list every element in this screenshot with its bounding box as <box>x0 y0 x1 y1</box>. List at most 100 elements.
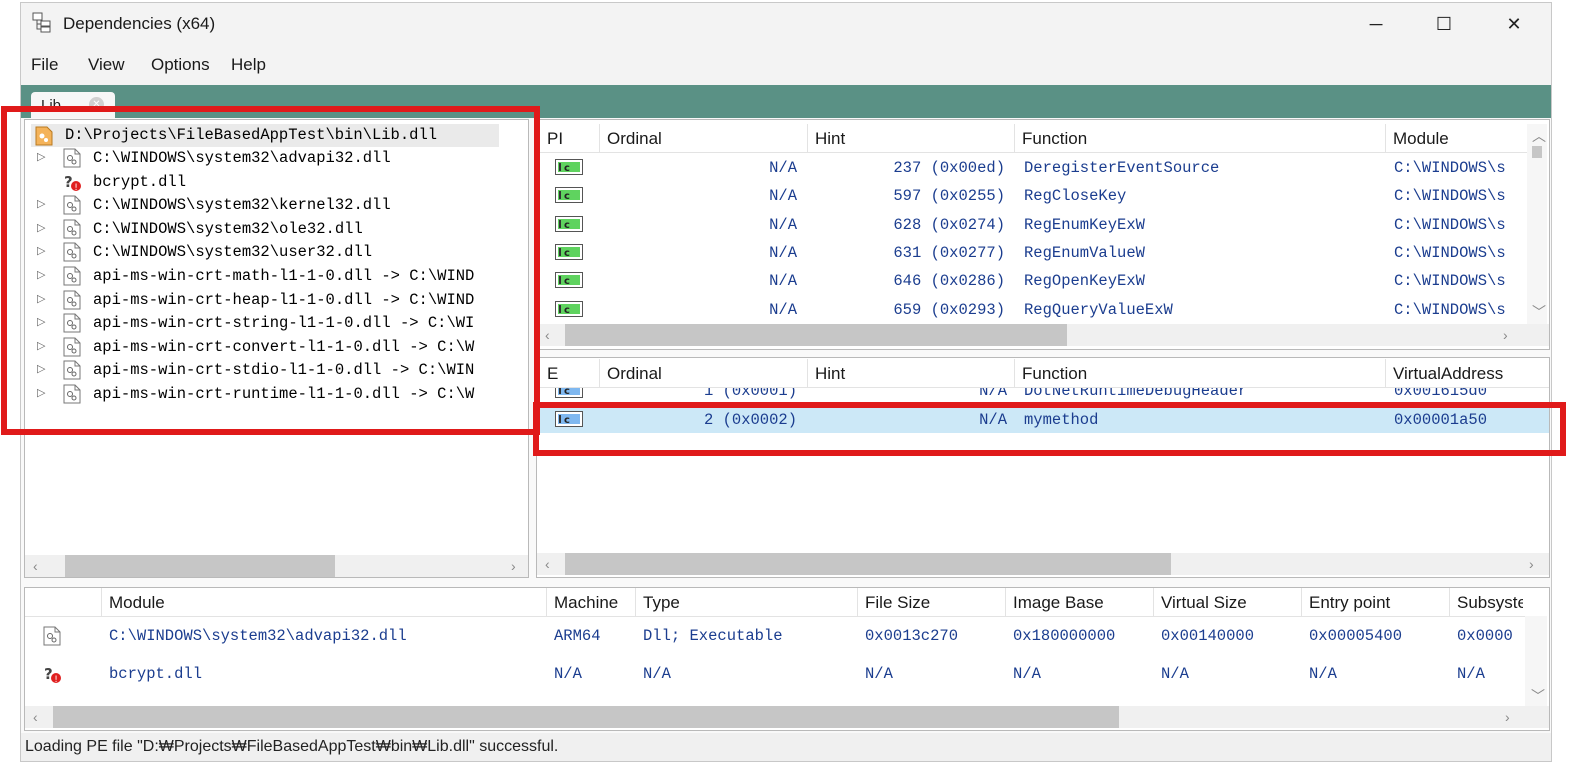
import-function: RegQueryValueExW <box>1024 300 1173 319</box>
import-row[interactable]: c N/A 631 (0x0277) RegEnumValueW C:\WINDOWS\… <box>537 238 1527 266</box>
scroll-left-icon[interactable]: ‹ <box>33 709 38 725</box>
col-image-base[interactable]: Image Base <box>1013 593 1104 613</box>
module-module: bcrypt.dll <box>109 664 203 683</box>
col-subsystem[interactable]: Subsyste <box>1457 593 1523 613</box>
modules-hscroll-thumb[interactable] <box>53 706 1119 728</box>
col-function[interactable]: Function <box>1022 364 1087 384</box>
import-function-icon: c <box>555 272 583 289</box>
col-divider[interactable] <box>599 359 600 387</box>
scroll-right-icon[interactable]: › <box>1505 709 1510 725</box>
scroll-left-icon[interactable]: ‹ <box>545 327 550 343</box>
col-divider[interactable] <box>1449 588 1450 616</box>
imports-vscrollbar[interactable]: ︿ ﹀ <box>1527 124 1547 324</box>
col-hint[interactable]: Hint <box>815 129 845 149</box>
imports-hscrollbar[interactable]: ‹ › <box>537 324 1549 346</box>
col-divider[interactable] <box>1153 588 1154 616</box>
menu-help[interactable]: Help <box>231 55 266 75</box>
import-hint: 597 (0x0255) <box>893 187 1005 206</box>
module-virtual-size: N/A <box>1161 664 1189 683</box>
imports-hscroll-thumb[interactable] <box>565 324 1067 346</box>
module-row[interactable]: ?! bcrypt.dll N/A N/A N/A N/A N/A N/A N/A <box>25 656 1525 692</box>
tree-hscrollbar[interactable]: ‹ › <box>25 555 528 577</box>
exports-hscrollbar[interactable]: ‹ › <box>537 553 1549 575</box>
module-machine: N/A <box>554 664 582 683</box>
modules-vscrollbar[interactable]: ﹀ <box>1525 616 1547 706</box>
import-function-icon: c <box>555 215 583 232</box>
col-divider[interactable] <box>1385 124 1386 152</box>
import-row[interactable]: c N/A 237 (0x00ed) DeregisterEventSource C:\… <box>537 153 1527 181</box>
close-button[interactable]: ✕ <box>1491 3 1537 45</box>
col-virtual-size[interactable]: Virtual Size <box>1161 593 1247 613</box>
scroll-left-icon[interactable]: ‹ <box>33 558 38 574</box>
import-module: C:\WINDOWS\s <box>1394 159 1506 177</box>
import-module: C:\WINDOWS\s <box>1394 243 1506 262</box>
col-divider[interactable] <box>807 124 808 152</box>
col-function[interactable]: Function <box>1022 129 1087 149</box>
col-divider[interactable] <box>1385 359 1386 387</box>
import-function: DeregisterEventSource <box>1024 159 1220 177</box>
imports-pane: PI Ordinal Hint Function Module c N/A 237 … <box>536 119 1550 350</box>
col-hint[interactable]: Hint <box>815 364 845 384</box>
module-row[interactable]: C:\WINDOWS\system32\advapi32.dll ARM64 Dll… <box>25 618 1525 654</box>
col-e[interactable]: E <box>547 364 558 384</box>
import-row[interactable]: c N/A 597 (0x0255) RegCloseKey C:\WINDOWS\s <box>537 181 1527 209</box>
col-module[interactable]: Module <box>109 593 165 613</box>
exports-pane: E Ordinal Hint Function VirtualAddress c… <box>536 357 1550 578</box>
maximize-button[interactable]: ☐ <box>1421 3 1467 45</box>
scroll-right-icon[interactable]: › <box>1503 327 1508 343</box>
import-hint: 646 (0x0286) <box>893 272 1005 291</box>
exports-hscroll-thumb[interactable] <box>565 553 1171 575</box>
col-divider[interactable] <box>807 359 808 387</box>
highlight-box-tree <box>1 106 540 435</box>
import-ordinal: N/A <box>769 272 797 291</box>
col-divider[interactable] <box>1014 124 1015 152</box>
col-ordinal[interactable]: Ordinal <box>607 129 662 149</box>
menu-view[interactable]: View <box>88 55 125 75</box>
import-ordinal: N/A <box>769 159 797 177</box>
module-image-base: N/A <box>1013 664 1041 683</box>
col-divider[interactable] <box>101 588 102 616</box>
col-divider[interactable] <box>1301 588 1302 616</box>
imports-header: PI Ordinal Hint Function Module <box>537 124 1527 153</box>
scroll-right-icon[interactable]: › <box>511 558 516 574</box>
import-row[interactable]: c N/A 659 (0x0293) RegQueryValueExW C:\WINDO… <box>537 295 1527 323</box>
scroll-up-icon[interactable]: ︿ <box>1532 126 1546 146</box>
col-type[interactable]: Type <box>643 593 680 613</box>
tree-hscroll-thumb[interactable] <box>65 555 335 577</box>
modules-pane: Module Machine Type File Size Image Base… <box>24 587 1550 731</box>
scroll-down-icon[interactable]: ﹀ <box>1532 302 1546 322</box>
col-pi[interactable]: PI <box>547 129 563 149</box>
col-ordinal[interactable]: Ordinal <box>607 364 662 384</box>
col-divider[interactable] <box>1005 588 1006 616</box>
import-row[interactable]: c N/A 628 (0x0274) RegEnumKeyExW C:\WINDOWS\… <box>537 210 1527 238</box>
import-ordinal: N/A <box>769 187 797 206</box>
import-row[interactable]: c N/A 646 (0x0286) RegOpenKeyExW C:\WINDOWS\… <box>537 266 1527 294</box>
scroll-right-icon[interactable]: › <box>1529 556 1534 572</box>
modules-hscrollbar[interactable]: ‹ › <box>25 706 1549 728</box>
col-module[interactable]: Module <box>1393 129 1449 149</box>
col-divider[interactable] <box>546 588 547 616</box>
col-divider[interactable] <box>599 124 600 152</box>
col-file-size[interactable]: File Size <box>865 593 930 613</box>
imports-vscroll-thumb[interactable] <box>1532 146 1542 158</box>
col-machine[interactable]: Machine <box>554 593 618 613</box>
module-subsystem: N/A <box>1457 664 1485 683</box>
svg-text:c: c <box>564 388 570 397</box>
scroll-down-icon[interactable]: ﹀ <box>1531 686 1545 706</box>
svg-text:c: c <box>564 163 570 174</box>
svg-text:c: c <box>564 220 570 231</box>
menu-options[interactable]: Options <box>151 55 210 75</box>
modules-header: Module Machine Type File Size Image Base… <box>25 588 1525 617</box>
col-divider[interactable] <box>857 588 858 616</box>
col-divider[interactable] <box>1014 359 1015 387</box>
import-function: RegCloseKey <box>1024 187 1127 206</box>
col-entry-point[interactable]: Entry point <box>1309 593 1390 613</box>
import-function: RegEnumKeyExW <box>1024 215 1145 234</box>
minimize-button[interactable]: ─ <box>1353 3 1399 45</box>
import-ordinal: N/A <box>769 215 797 234</box>
menu-file[interactable]: File <box>31 55 58 75</box>
scroll-left-icon[interactable]: ‹ <box>545 556 550 572</box>
col-divider[interactable] <box>635 588 636 616</box>
import-module: C:\WINDOWS\s <box>1394 300 1506 319</box>
col-virtual-address[interactable]: VirtualAddress <box>1393 364 1503 384</box>
